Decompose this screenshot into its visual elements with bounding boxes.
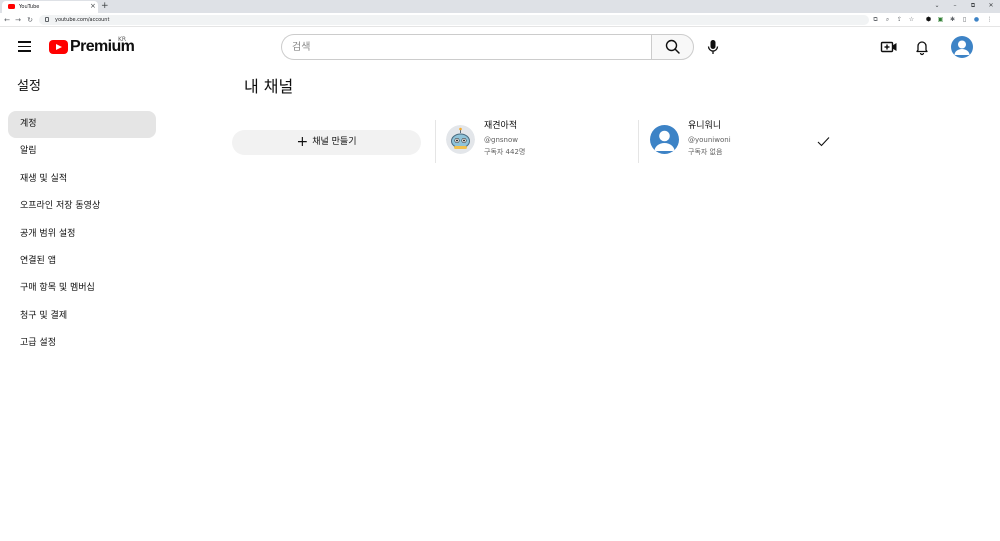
- tab-title: YouTube: [19, 4, 40, 10]
- search-button[interactable]: [651, 34, 694, 60]
- sidebar-item-advanced[interactable]: 고급 설정: [8, 330, 156, 357]
- address-bar[interactable]: youtube.com/account: [39, 15, 869, 25]
- region-code: KR: [118, 36, 127, 43]
- forward-icon[interactable]: →: [14, 13, 22, 27]
- create-video-button[interactable]: [878, 36, 900, 58]
- browser-tab-bar: YouTube × + ⌄ – ⧉ ✕: [0, 0, 1000, 13]
- back-icon[interactable]: ←: [3, 13, 11, 27]
- minimize-button[interactable]: –: [950, 0, 960, 12]
- create-channel-label: 채널 만들기: [312, 137, 357, 147]
- notifications-button[interactable]: [911, 36, 933, 58]
- search-input[interactable]: [292, 35, 642, 59]
- open-in-app-icon[interactable]: ⧉: [872, 16, 879, 23]
- user-avatar-icon: [954, 40, 970, 55]
- browser-toolbar: ← → ↻ youtube.com/account ⧉ ⌕ ⇪ ☆ ⬢ ▣ ✱ …: [0, 13, 1000, 27]
- divider: [638, 120, 639, 163]
- bell-icon: [916, 41, 928, 56]
- settings-title: 설정: [17, 79, 41, 94]
- channel-item[interactable]: 재견아적 @gnsnow 구독자 442명: [446, 118, 646, 164]
- video-add-icon: [880, 41, 897, 53]
- side-panel-icon[interactable]: ▯: [961, 16, 968, 23]
- microphone-icon: [707, 40, 719, 54]
- hamburger-menu-icon[interactable]: [18, 41, 31, 52]
- sidebar-item-downloads[interactable]: 오프라인 저장 동영상: [8, 193, 156, 220]
- search-icon: [665, 39, 680, 54]
- extensions-puzzle-icon[interactable]: ✱: [949, 16, 956, 23]
- url-text: youtube.com/account: [55, 17, 110, 23]
- youtube-favicon-icon: [8, 4, 15, 9]
- sidebar-item-privacy[interactable]: 공개 범위 설정: [8, 221, 156, 248]
- new-tab-button[interactable]: +: [101, 0, 109, 12]
- tab-search-dropdown-icon[interactable]: ⌄: [932, 0, 942, 12]
- divider: [435, 120, 436, 163]
- sidebar-item-billing[interactable]: 청구 및 결제: [8, 303, 156, 330]
- extension-icon[interactable]: ⬢: [925, 16, 932, 23]
- zoom-icon[interactable]: ⌕: [884, 16, 891, 23]
- sidebar-item-account[interactable]: 계정: [8, 111, 156, 139]
- youtube-play-icon: [49, 40, 68, 54]
- sidebar-item-playback[interactable]: 재생 및 실적: [8, 166, 156, 193]
- channel-subscribers: 구독자 없음: [688, 148, 723, 156]
- plus-icon: +: [296, 134, 309, 150]
- channel-handle: @gnsnow: [484, 136, 518, 144]
- browser-tab[interactable]: YouTube ×: [2, 1, 98, 13]
- sidebar-item-connected-apps[interactable]: 연결된 앱: [8, 248, 156, 275]
- default-user-avatar-icon: [650, 125, 679, 154]
- reload-icon[interactable]: ↻: [26, 13, 34, 27]
- profile-icon[interactable]: ●: [973, 16, 980, 23]
- channel-name: 재견아적: [484, 121, 518, 131]
- sidebar-item-notifications[interactable]: 알림: [8, 138, 156, 165]
- close-window-button[interactable]: ✕: [986, 0, 996, 12]
- robot-avatar-icon: [446, 125, 475, 154]
- create-channel-button[interactable]: + 채널 만들기: [232, 130, 421, 155]
- channel-name: 유니워니: [688, 121, 722, 131]
- bookmark-star-icon[interactable]: ☆: [908, 16, 915, 23]
- voice-search-button[interactable]: [702, 36, 724, 58]
- tab-close-button[interactable]: ×: [90, 1, 96, 12]
- lock-icon: [45, 17, 49, 22]
- channel-subscribers: 구독자 442명: [484, 148, 526, 156]
- account-avatar[interactable]: [951, 36, 973, 58]
- restore-button[interactable]: ⧉: [968, 0, 978, 12]
- channel-handle: @youniwoni: [688, 136, 731, 144]
- checkmark-icon: [816, 133, 831, 147]
- search-box: [281, 34, 651, 60]
- share-icon[interactable]: ⇪: [896, 16, 903, 23]
- page-title: 내 채널: [244, 77, 294, 96]
- extension-green-icon[interactable]: ▣: [937, 16, 944, 23]
- settings-sidebar: 계정 알림 재생 및 실적 오프라인 저장 동영상 공개 범위 설정 연결된 앱…: [8, 111, 156, 358]
- sidebar-item-purchases[interactable]: 구매 항목 및 멤버십: [8, 275, 156, 302]
- browser-menu-icon[interactable]: ⋮: [986, 16, 993, 23]
